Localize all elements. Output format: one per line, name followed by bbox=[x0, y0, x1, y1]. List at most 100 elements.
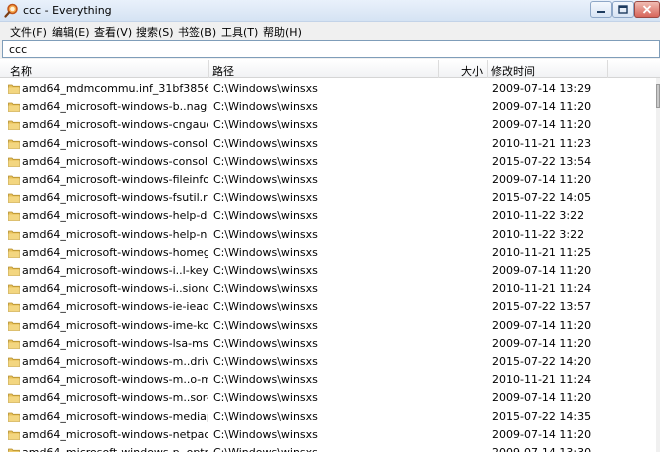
file-name: amd64_microsoft-windows-b..nager... bbox=[22, 100, 208, 114]
table-row[interactable]: amd64_microsoft-windows-m..o-m... C:\Wind… bbox=[0, 371, 656, 389]
table-row[interactable]: amd64_microsoft-windows-b..nager... C:\Wi… bbox=[0, 98, 656, 116]
file-modified: 2009-07-14 11:20 bbox=[492, 100, 592, 114]
folder-icon bbox=[8, 302, 20, 313]
file-name: amd64_microsoft-windows-p..optre... bbox=[22, 446, 208, 452]
table-row[interactable]: amd64_microsoft-windows-p..optre... C:\Wi… bbox=[0, 444, 656, 452]
file-name: amd64_microsoft-windows-ime-kor... bbox=[22, 318, 208, 332]
column-divider[interactable] bbox=[208, 60, 209, 78]
table-row[interactable]: amd64_microsoft-windows-m..sor-li... C:\W… bbox=[0, 389, 656, 407]
minimize-button[interactable] bbox=[590, 1, 612, 18]
file-name: amd64_microsoft-windows-m..sor-li... bbox=[22, 391, 208, 405]
file-path: C:\Windows\winsxs bbox=[213, 318, 318, 332]
file-name: amd64_microsoft-windows-m..o-m... bbox=[22, 373, 208, 387]
result-list: amd64_mdmcommu.inf_31bf3856a... C:\Window… bbox=[0, 78, 656, 452]
file-modified: 2009-07-14 11:20 bbox=[492, 336, 592, 350]
table-row[interactable]: amd64_microsoft-windows-ie-ieadv... C:\Wi… bbox=[0, 298, 656, 316]
table-row[interactable]: amd64_microsoft-windows-cngaudi... C:\Win… bbox=[0, 116, 656, 134]
column-divider[interactable] bbox=[487, 60, 488, 78]
scrollbar-thumb[interactable] bbox=[656, 84, 660, 108]
folder-icon bbox=[8, 412, 20, 422]
column-divider[interactable] bbox=[607, 60, 608, 78]
file-name: amd64_microsoft-windows-netpace... bbox=[22, 427, 208, 441]
column-divider[interactable] bbox=[438, 60, 439, 78]
menu-view[interactable]: 查看(V) bbox=[94, 24, 132, 40]
menu-bookmarks[interactable]: 书签(B) bbox=[178, 24, 216, 40]
file-path: C:\Windows\winsxs bbox=[213, 282, 318, 296]
vertical-scrollbar[interactable] bbox=[656, 78, 660, 452]
file-modified: 2009-07-14 11:20 bbox=[492, 318, 592, 332]
file-modified: 2009-07-14 11:20 bbox=[492, 427, 592, 441]
file-name: amd64_microsoft-windows-console... bbox=[22, 136, 208, 150]
file-path: C:\Windows\winsxs bbox=[213, 373, 318, 387]
table-row[interactable]: amd64_microsoft-windows-homegr... C:\Wind… bbox=[0, 244, 656, 262]
file-path: C:\Windows\winsxs bbox=[213, 300, 318, 314]
file-name: amd64_microsoft-windows-i..l-keyb... bbox=[22, 264, 208, 277]
table-row[interactable]: amd64_microsoft-windows-console... C:\Win… bbox=[0, 135, 656, 153]
table-row[interactable]: amd64_microsoft-windows-console... C:\Win… bbox=[0, 153, 656, 171]
file-name: amd64_microsoft-windows-fsutil.re... bbox=[22, 191, 208, 205]
file-name: amd64_mdmcommu.inf_31bf3856a... bbox=[22, 82, 208, 95]
folder-icon bbox=[8, 284, 20, 295]
file-path: C:\Windows\winsxs bbox=[213, 173, 318, 186]
folder-icon bbox=[8, 357, 20, 367]
table-row[interactable]: amd64_microsoft-windows-fileinfo... C:\Wi… bbox=[0, 171, 656, 189]
menu-edit[interactable]: 编辑(E) bbox=[52, 24, 90, 40]
folder-icon bbox=[8, 157, 20, 167]
close-button[interactable] bbox=[634, 1, 660, 18]
file-modified: 2010-11-21 11:24 bbox=[492, 373, 592, 387]
file-path: C:\Windows\winsxs bbox=[213, 446, 438, 452]
table-row[interactable]: amd64_mdmcommu.inf_31bf3856a... C:\Window… bbox=[0, 80, 656, 98]
file-name: amd64_microsoft-windows-i..siondy... bbox=[22, 282, 208, 296]
table-row[interactable]: amd64_microsoft-windows-ime-kor... C:\Win… bbox=[0, 317, 656, 335]
file-modified: 2015-07-22 14:35 bbox=[492, 409, 592, 423]
window-title: ccc - Everything bbox=[23, 4, 112, 17]
table-row[interactable]: amd64_microsoft-windows-i..siondy... C:\W… bbox=[0, 280, 656, 298]
menu-bar: 文件(F) 编辑(E) 查看(V) 搜索(S) 书签(B) 工具(T) 帮助(H… bbox=[0, 22, 660, 39]
table-row[interactable]: amd64_microsoft-windows-i..l-keyb... C:\W… bbox=[0, 262, 656, 280]
folder-icon bbox=[8, 230, 20, 240]
file-name: amd64_microsoft-windows-lsa-msp... bbox=[22, 336, 208, 350]
column-header: 名称 路径 大小 修改时间 bbox=[0, 60, 660, 78]
table-row[interactable]: amd64_microsoft-windows-mediapl... C:\Win… bbox=[0, 408, 656, 426]
column-header-path[interactable]: 路径 bbox=[212, 63, 234, 79]
folder-icon bbox=[8, 139, 20, 149]
file-path: C:\Windows\winsxs bbox=[213, 336, 318, 350]
title-bar: ccc - Everything bbox=[0, 0, 660, 22]
maximize-button[interactable] bbox=[612, 1, 634, 18]
file-name: amd64_microsoft-windows-help-dg... bbox=[22, 209, 208, 223]
file-name: amd64_microsoft-windows-console... bbox=[22, 154, 208, 168]
folder-icon bbox=[8, 393, 20, 404]
folder-icon bbox=[8, 248, 20, 258]
menu-tools[interactable]: 工具(T) bbox=[221, 24, 258, 40]
file-path: C:\Windows\winsxs bbox=[213, 427, 318, 441]
table-row[interactable]: amd64_microsoft-windows-help-dg... C:\Win… bbox=[0, 207, 656, 225]
file-path: C:\Windows\winsxs bbox=[213, 391, 318, 405]
menu-file[interactable]: 文件(F) bbox=[10, 24, 47, 40]
file-path: C:\Windows\winsxs bbox=[213, 409, 318, 423]
file-modified: 2015-07-22 13:54 bbox=[492, 154, 592, 168]
table-row[interactable]: amd64_microsoft-windows-help-ne... C:\Win… bbox=[0, 226, 656, 244]
maximize-icon bbox=[618, 5, 628, 14]
file-path: C:\Windows\winsxs bbox=[213, 227, 318, 241]
table-row[interactable]: amd64_microsoft-windows-netpace... C:\Win… bbox=[0, 426, 656, 444]
search-magnifier-icon bbox=[4, 3, 18, 18]
file-modified: 2009-07-14 13:29 bbox=[492, 82, 592, 95]
table-row[interactable]: amd64_microsoft-windows-m..drive... C:\Wi… bbox=[0, 353, 656, 371]
table-row[interactable]: amd64_microsoft-windows-fsutil.re... C:\W… bbox=[0, 189, 656, 207]
menu-search[interactable]: 搜索(S) bbox=[136, 24, 174, 40]
file-modified: 2009-07-14 11:20 bbox=[492, 173, 592, 186]
table-row[interactable]: amd64_microsoft-windows-lsa-msp... C:\Win… bbox=[0, 335, 656, 353]
column-header-size[interactable]: 大小 bbox=[461, 63, 483, 79]
folder-icon bbox=[8, 375, 20, 386]
menu-help[interactable]: 帮助(H) bbox=[263, 24, 302, 40]
file-name: amd64_microsoft-windows-cngaudi... bbox=[22, 118, 208, 132]
close-icon bbox=[642, 5, 652, 14]
file-modified: 2010-11-21 11:25 bbox=[492, 245, 592, 259]
file-modified: 2009-07-14 13:30 bbox=[492, 446, 622, 452]
search-input[interactable] bbox=[2, 40, 660, 58]
folder-icon bbox=[8, 102, 20, 113]
column-header-modified[interactable]: 修改时间 bbox=[491, 63, 535, 79]
column-header-name[interactable]: 名称 bbox=[10, 63, 32, 79]
file-path: C:\Windows\winsxs bbox=[213, 191, 318, 205]
folder-icon bbox=[8, 84, 20, 94]
